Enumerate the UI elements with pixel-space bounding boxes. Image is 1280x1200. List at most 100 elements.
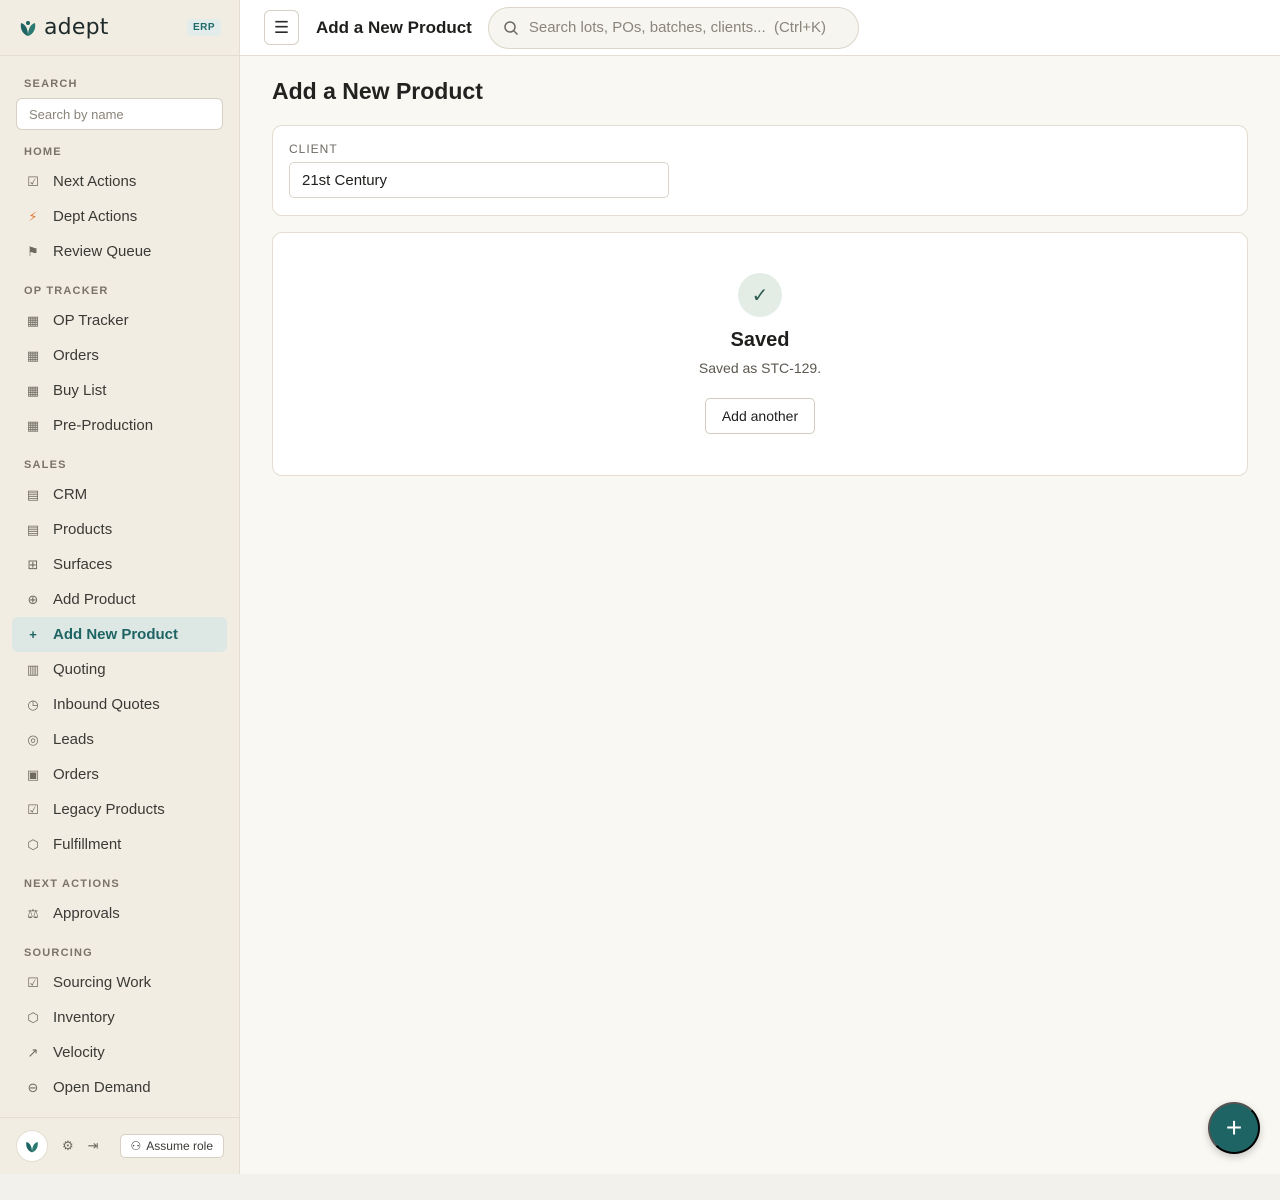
add-another-button[interactable]: Add another: [704, 398, 816, 434]
sidebar-item-label: Leads: [53, 731, 94, 748]
check-icon: ✓: [738, 273, 782, 317]
checkbox-icon: ☑: [27, 801, 39, 817]
plus-circle-icon: ⊕: [27, 591, 39, 607]
sidebar-item-approvals[interactable]: ⚖ Approvals: [12, 896, 227, 931]
sidebar-item-label: Products: [53, 521, 113, 538]
checkbox-icon: ☑: [27, 974, 39, 990]
nav-section: OP TRACKER ▦ OP Tracker ▦ Orders ▦ Buy List ▦ Pr…: [0, 285, 239, 443]
topbar: ☰ Add a New Product: [240, 0, 1280, 56]
sidebar-item-label: Quoting: [53, 661, 106, 678]
grid-icon: ▦: [26, 417, 40, 433]
avatar[interactable]: [16, 1130, 48, 1162]
sidebar-footer: ⚙ ⇥ ⚇ Assume role: [0, 1117, 239, 1174]
scale-icon: ⚖: [27, 905, 39, 921]
sidebar-item-buy-list[interactable]: ▦ Buy List: [12, 373, 227, 408]
sidebar-item-label: Review Queue: [53, 243, 152, 260]
sidebar-item-label: Velocity: [53, 1044, 105, 1061]
sidebar-item-op-tracker[interactable]: ▦ OP Tracker: [12, 303, 227, 338]
nav-section: HOME ☑ Next Actions ⚡ Dept Actions ⚑ Review Qu…: [0, 146, 239, 269]
assume-role-label: Assume role: [146, 1139, 213, 1153]
minus-circle-icon: ⊖: [27, 1079, 39, 1095]
clipboard-icon: ▣: [26, 766, 40, 782]
sidebar-item-next-actions[interactable]: ☑ Next Actions: [12, 164, 227, 199]
sidebar-item-open-demand[interactable]: ⊖ Open Demand: [12, 1070, 227, 1105]
sidebar-item-review-queue[interactable]: ⚑ Review Queue: [12, 234, 227, 269]
sidebar-item-crm[interactable]: ▤ CRM: [12, 477, 227, 512]
nav-section: SALES ▤ CRM ▤ Products ⊞ Surfaces ⊕ Add Product +…: [0, 459, 239, 862]
bolt-icon: ⚡: [28, 208, 38, 224]
leaf-avatar-icon: [26, 1142, 38, 1153]
section-title-search: SEARCH: [24, 78, 78, 90]
sidebar-item-label: Pre-Production: [53, 417, 154, 434]
sidebar-item-orders[interactable]: ▦ Orders: [12, 338, 227, 373]
menu-toggle-button[interactable]: ☰: [264, 10, 299, 45]
sidebar-item-pre-production[interactable]: ▦ Pre-Production: [12, 408, 227, 443]
sidebar-item-velocity[interactable]: ↗ Velocity: [12, 1035, 227, 1070]
search-icon: [504, 20, 518, 35]
sidebar-item-label: Orders: [53, 766, 99, 783]
sidebar-search-input[interactable]: [16, 98, 223, 130]
sidebar-item-fulfillment[interactable]: ⬡ Fulfillment: [12, 827, 227, 862]
table-icon: ⊞: [27, 556, 39, 572]
sidebar-item-quoting[interactable]: ▥ Quoting: [12, 652, 227, 687]
plus-icon: +: [1225, 1112, 1243, 1143]
trend-icon: ↗: [27, 1044, 39, 1060]
sidebar-item-add-product[interactable]: ⊕ Add Product: [12, 582, 227, 617]
sidebar-item-orders[interactable]: ▣ Orders: [12, 757, 227, 792]
sidebar-item-label: Dept Actions: [53, 208, 138, 225]
sidebar-item-inbound-quotes[interactable]: ◷ Inbound Quotes: [12, 687, 227, 722]
sidebar-item-label: Orders: [53, 347, 99, 364]
sidebar-item-add-new-product[interactable]: + Add New Product: [12, 617, 227, 652]
package-icon: ⬡: [27, 836, 39, 852]
nav-section: NEXT ACTIONS ⚖ Approvals: [0, 878, 239, 931]
sidebar-item-label: Inventory: [53, 1009, 115, 1026]
box-icon: ⬡: [27, 1009, 39, 1025]
topbar-title: Add a New Product: [316, 17, 472, 37]
sidebar-item-label: Sourcing Work: [53, 974, 152, 991]
user-switch-icon: ⚇: [130, 1139, 142, 1153]
sidebar-item-label: OP Tracker: [53, 312, 129, 329]
client-label: CLIENT: [289, 142, 338, 156]
client-input[interactable]: [289, 162, 669, 198]
flag-icon: ⚑: [27, 243, 39, 259]
plus-icon: +: [29, 627, 37, 642]
check-square-icon: ☑: [27, 173, 39, 189]
list-icon: ▤: [26, 521, 40, 537]
sidebar-item-label: Legacy Products: [53, 801, 165, 818]
assume-role-button[interactable]: ⚇ Assume role: [119, 1134, 224, 1158]
nav-section: SOURCING ☑ Sourcing Work ⬡ Inventory ↗ Velocit…: [0, 947, 239, 1105]
logout-icon[interactable]: ⇥: [88, 1138, 99, 1154]
sidebar-search: SEARCH: [0, 56, 239, 130]
sidebar-item-products[interactable]: ▤ Products: [12, 512, 227, 547]
sidebar-item-label: Surfaces: [53, 556, 113, 573]
saved-card: ✓ Saved Saved as STC-129. Add another: [272, 232, 1248, 476]
settings-icon[interactable]: ⚙: [62, 1138, 74, 1154]
main-content: Add a New Product CLIENT ✓ Saved Saved a…: [240, 56, 1280, 1174]
section-title: OP TRACKER: [24, 285, 109, 297]
brand-logo[interactable]: adept: [18, 15, 109, 40]
sidebar-item-dept-actions[interactable]: ⚡ Dept Actions: [12, 199, 227, 234]
sidebar-item-label: Add New Product: [53, 626, 179, 643]
client-card: CLIENT: [272, 125, 1248, 216]
grid-icon: ▦: [26, 382, 40, 398]
sidebar-item-leads[interactable]: ◎ Leads: [12, 722, 227, 757]
sidebar-item-surfaces[interactable]: ⊞ Surfaces: [12, 547, 227, 582]
calculator-icon: ▥: [26, 661, 40, 677]
sidebar-item-sourcing-work[interactable]: ☑ Sourcing Work: [12, 965, 227, 1000]
global-search-input[interactable]: [528, 19, 839, 36]
sidebar-item-label: Inbound Quotes: [53, 696, 160, 713]
erp-badge: ERP: [186, 19, 221, 36]
fab-add-button[interactable]: +: [1208, 1102, 1260, 1154]
sidebar-item-legacy-products[interactable]: ☑ Legacy Products: [12, 792, 227, 827]
leaf-logo-icon: [20, 20, 36, 36]
section-title: SOURCING: [24, 947, 93, 959]
clock-icon: ◷: [27, 696, 39, 712]
global-search[interactable]: [487, 6, 859, 49]
sidebar-item-label: Buy List: [53, 382, 107, 399]
target-icon: ◎: [27, 731, 39, 747]
sidebar-item-inventory[interactable]: ⬡ Inventory: [12, 1000, 227, 1035]
sidebar-item-label: Add Product: [53, 591, 136, 608]
id-card-icon: ▤: [26, 486, 40, 502]
bottom-strip: [0, 1174, 1280, 1200]
grid-icon: ▦: [26, 347, 40, 363]
